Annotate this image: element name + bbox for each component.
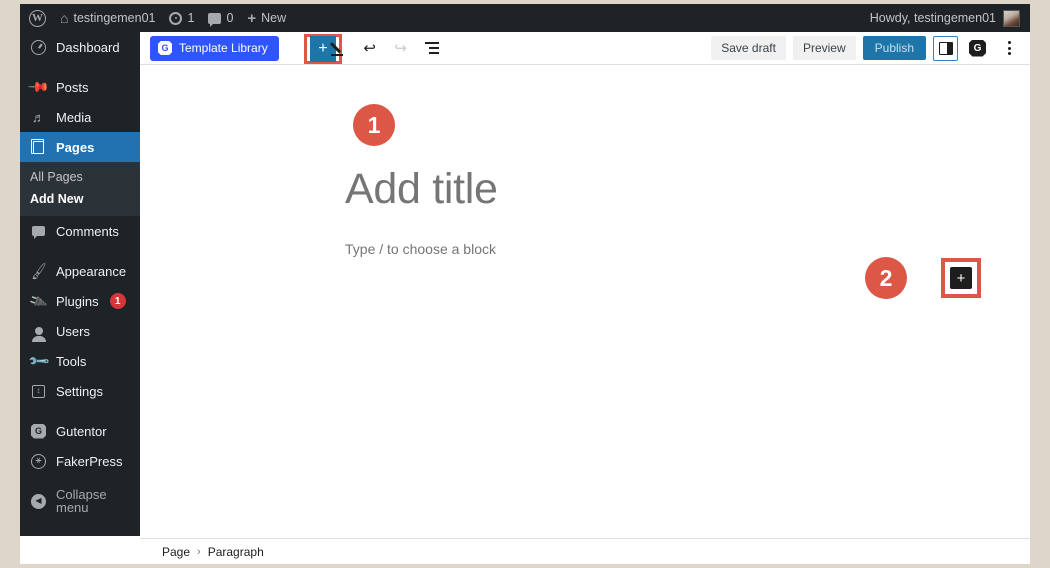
sidebar-item-appearance[interactable]: 🖌 Appearance (20, 256, 140, 286)
sidebar-item-label: Collapse menu (56, 487, 107, 515)
updates-menu[interactable]: 1 (162, 4, 201, 32)
breadcrumb-item-paragraph[interactable]: Paragraph (208, 545, 264, 559)
sidebar-item-gutentor[interactable]: G Gutentor (20, 416, 140, 446)
brush-icon: 🖌 (28, 261, 49, 281)
sidebar-item-label: Comments (56, 223, 119, 239)
wordpress-logo-icon: W (29, 9, 46, 27)
editor-canvas[interactable]: Add title Type / to choose a block + 1 2 (140, 65, 1030, 537)
wrench-icon: 🔧 (26, 349, 51, 373)
editor-header-toolbar: G Template Library + ↩ ↪ Save draft Prev… (140, 32, 1030, 65)
plug-icon: 🔌 (27, 290, 50, 312)
sidebar-item-label: Tools (56, 353, 87, 369)
media-icon: ♬ (32, 109, 45, 125)
sidebar-item-media[interactable]: ♬ Media (20, 102, 140, 132)
submenu-item-add-new[interactable]: Add New (20, 188, 140, 210)
sidebar-item-posts[interactable]: 📌 Posts (20, 72, 140, 102)
sidebar-item-label: Users (56, 323, 90, 339)
sidebar-item-users[interactable]: Users (20, 316, 140, 346)
preview-button[interactable]: Preview (792, 36, 856, 60)
sidebar-item-label: FakerPress (56, 453, 123, 469)
comments-count: 0 (226, 11, 234, 25)
new-content-menu[interactable]: + New (240, 4, 293, 32)
plugins-update-badge: 1 (109, 293, 126, 309)
avatar (1003, 9, 1020, 27)
redo-icon[interactable]: ↪ (390, 37, 412, 59)
site-name-menu[interactable]: ⌂ testingemen01 (53, 4, 162, 32)
editor-actions-group: Save draft Preview Publish G (711, 35, 1022, 61)
comments-menu[interactable]: 0 (201, 4, 240, 32)
dashboard-icon (30, 39, 47, 55)
sidebar-item-label: Gutentor (56, 423, 107, 439)
block-appender-button[interactable]: + (950, 267, 972, 289)
browser-viewport: W ⌂ testingemen01 1 0 + New Howdy, testi… (20, 4, 1030, 564)
updates-icon (169, 11, 183, 25)
submenu-item-all-pages[interactable]: All Pages (20, 166, 140, 188)
undo-icon[interactable]: ↩ (359, 37, 381, 59)
pages-icon (30, 138, 47, 154)
sidebar-toggle-icon[interactable] (933, 35, 958, 61)
sidebar-item-comments[interactable]: Comments (20, 216, 140, 246)
fakerpress-icon: ⚹ (30, 453, 47, 469)
comment-icon (30, 226, 47, 239)
template-library-label: Template Library (179, 41, 268, 55)
sidebar-item-tools[interactable]: 🔧 Tools (20, 346, 140, 376)
kebab-menu-icon[interactable] (997, 36, 1022, 61)
account-menu[interactable]: Howdy, testingemen01 (869, 9, 1030, 27)
list-view-icon[interactable] (421, 37, 443, 59)
sidebar-item-label: Plugins (56, 293, 99, 309)
sidebar-item-dashboard[interactable]: Dashboard (20, 32, 140, 62)
new-label: New (261, 11, 287, 25)
sidebar-item-settings[interactable]: ↕ Settings (20, 376, 140, 406)
settings-icon: ↕ (30, 384, 47, 398)
sidebar-item-label: Appearance (56, 263, 127, 279)
sidebar-item-label: Media (56, 109, 92, 125)
annotation-marker-1: 1 (353, 104, 395, 146)
collapse-icon: ◀ (30, 493, 47, 509)
admin-sidebar-menu: Dashboard 📌 Posts ♬ Media Pages All Page… (20, 32, 148, 536)
pin-icon: 📌 (26, 75, 51, 99)
template-library-button[interactable]: G Template Library (150, 35, 279, 61)
sidebar-item-label: Settings (56, 383, 103, 399)
chevron-right-icon: › (197, 545, 201, 558)
pages-submenu: All Pages Add New (20, 162, 140, 216)
sidebar-item-collapse-menu[interactable]: ◀ Collapse menu (20, 486, 140, 516)
home-icon: ⌂ (60, 10, 69, 26)
site-name-label: testingemen01 (73, 11, 156, 25)
wp-logo-menu[interactable]: W (20, 4, 53, 32)
gutentor-icon: G (158, 41, 172, 55)
comment-bubble-icon (208, 12, 222, 27)
sidebar-item-label: Dashboard (56, 39, 120, 55)
gutentor-icon: G (30, 423, 47, 439)
post-title-input[interactable]: Add title (345, 165, 498, 214)
highlight-box-2: + (941, 258, 981, 298)
sidebar-item-plugins[interactable]: 🔌 Plugins 1 (20, 286, 140, 316)
publish-button[interactable]: Publish (862, 36, 926, 60)
editor-tools-group: ↩ ↪ (328, 37, 443, 59)
breadcrumb-item-page[interactable]: Page (162, 545, 190, 559)
breadcrumb: Page › Paragraph (140, 538, 1030, 564)
sidebar-item-pages[interactable]: Pages (20, 132, 148, 162)
annotation-marker-2: 2 (865, 257, 907, 299)
paragraph-block-placeholder[interactable]: Type / to choose a block (345, 241, 496, 257)
updates-count: 1 (187, 11, 195, 25)
block-editor: G Template Library + ↩ ↪ Save draft Prev… (140, 32, 1030, 564)
user-icon (30, 327, 47, 342)
sidebar-item-label: Pages (56, 139, 95, 155)
sidebar-item-label: Posts (56, 79, 89, 95)
save-draft-button[interactable]: Save draft (711, 36, 786, 60)
howdy-label: Howdy, testingemen01 (869, 11, 996, 25)
gutentor-icon[interactable]: G (965, 36, 990, 61)
sidebar-item-fakerpress[interactable]: ⚹ FakerPress (20, 446, 140, 476)
wp-admin-bar: W ⌂ testingemen01 1 0 + New Howdy, testi… (20, 4, 1030, 32)
plus-icon: + (247, 9, 257, 27)
